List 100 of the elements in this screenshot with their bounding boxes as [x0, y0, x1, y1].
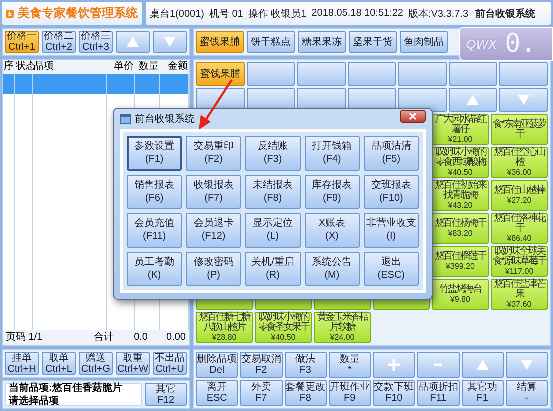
- down-button[interactable]: [506, 352, 548, 378]
- total-label: 合计: [93, 330, 114, 345]
- function-button[interactable]: 外卖 F7: [240, 380, 282, 406]
- function-button[interactable]: 开班作业 F9: [328, 380, 371, 406]
- info-text: 操作 收银员1: [248, 8, 307, 20]
- info-text: 桌台1(0001): [150, 8, 204, 20]
- arrow: [199, 79, 233, 130]
- function-button[interactable]: 其它功 F1: [462, 380, 504, 406]
- column-header: 金额: [167, 60, 189, 74]
- function-button[interactable]: 做法 F3: [284, 352, 327, 378]
- dialog-function-button[interactable]: 销售报表 (F6): [127, 174, 182, 209]
- up-triangle-icon: [466, 94, 480, 106]
- function-button[interactable]: 品项折扣 F11: [417, 380, 460, 406]
- column-header: 序: [3, 60, 15, 74]
- dialog-title: 前台收银系统: [135, 112, 196, 126]
- dialog-function-button[interactable]: 交班报表 (F10): [364, 174, 419, 209]
- dialog-function-button[interactable]: 员工考勤 (K): [127, 252, 182, 286]
- product-button[interactable]: 黄金玉米香桔片软糖 ¥24.00: [314, 312, 371, 343]
- price-button[interactable]: 价格二 Ctrl+2: [42, 31, 76, 53]
- page-up-button[interactable]: [448, 88, 498, 112]
- dialog-function-button[interactable]: 反结账 (F3): [245, 136, 301, 170]
- close-icon: [409, 113, 417, 120]
- category-tab[interactable]: 饼干糕点: [247, 31, 295, 53]
- app-title: 美食专家餐饮管理系统: [18, 5, 138, 22]
- dialog-function-button[interactable]: 参数设置 (F1): [127, 136, 182, 170]
- function-button[interactable]: 删除品项 Del: [196, 352, 238, 378]
- order-action-button[interactable]: 取单 Ctrl+L: [42, 352, 76, 375]
- down-button[interactable]: [153, 31, 187, 53]
- minus-button[interactable]: [417, 352, 460, 378]
- product-button[interactable]: 竹盐烤海台 ¥9.80: [432, 279, 489, 310]
- function-button[interactable]: 离开 ESC: [196, 380, 238, 406]
- product-button[interactable]: 悠百佳糖七糖八软山楂片 ¥28.80: [196, 312, 253, 343]
- dialog-function-button[interactable]: 关机/重启 (R): [245, 252, 301, 286]
- price-button[interactable]: 价格三 Ctrl+3: [79, 31, 113, 53]
- up-button[interactable]: [116, 31, 150, 53]
- dialog-function-button[interactable]: 收银报表 (F7): [186, 174, 242, 209]
- up-triangle-icon: [126, 36, 140, 48]
- price-button[interactable]: 价格一 Ctrl+1: [5, 31, 39, 53]
- category-tab[interactable]: 蜜饯果脯: [196, 31, 244, 53]
- product-button[interactable]: 叹奶味小梅的零食圣女果干 ¥40.50: [255, 312, 312, 343]
- status-text: 当前品项:悠百佳香菇脆片: [9, 382, 124, 394]
- order-action-button[interactable]: 赠送 Ctrl+G: [79, 352, 113, 375]
- function-button[interactable]: 结算 -: [506, 380, 548, 406]
- info-text: 版本:V3.3.7.3: [408, 8, 469, 20]
- product-button[interactable]: 食*东南亚菠萝干: [491, 114, 548, 145]
- table-row[interactable]: [3, 74, 189, 94]
- order-action-button[interactable]: 取重 Ctrl+W: [116, 352, 150, 375]
- dialog-function-button[interactable]: 库存报表 (F9): [304, 174, 360, 209]
- page-number: 页码 1/1: [6, 331, 44, 345]
- down-triangle-icon: [516, 94, 531, 106]
- total-quantity: 0.0: [133, 331, 148, 345]
- up-button[interactable]: [462, 352, 504, 378]
- dialog-function-button[interactable]: 系统公告 (M): [304, 252, 360, 286]
- product-button[interactable]: 叹奶味小梅的零食西域酸梅 ¥40.50: [432, 147, 489, 178]
- dialog-function-button[interactable]: 显示定位 (L): [245, 213, 301, 248]
- product-button[interactable]: 广大园水晶红薯仔 ¥21.00: [432, 114, 489, 145]
- other-button[interactable]: 其它 F12: [145, 383, 187, 406]
- dialog-function-button[interactable]: 品项沽清 (F5): [364, 136, 419, 170]
- info-text: 前台收银系统: [476, 8, 536, 20]
- dialog-function-button[interactable]: 退出 (ESC): [364, 252, 419, 286]
- column-header: 单价: [113, 60, 135, 74]
- dialog-function-button[interactable]: X账表 (X): [304, 213, 360, 248]
- plus-button[interactable]: [373, 352, 416, 378]
- product-button[interactable]: 悠百佳空心山楂 ¥36.00: [491, 147, 548, 178]
- product-button[interactable]: 悠百佳杨梅干 ¥83.20: [432, 213, 489, 244]
- info-text: 机号 01: [209, 8, 244, 20]
- total-amount: 0.00: [166, 331, 186, 345]
- up-triangle-icon: [476, 359, 490, 371]
- order-action-button[interactable]: 不出品 Ctrl+U: [153, 352, 187, 375]
- function-button[interactable]: 数量 *: [328, 352, 371, 378]
- dialog-function-button[interactable]: 交易重印 (F2): [186, 136, 242, 170]
- order-action-button[interactable]: 挂单 Ctrl+H: [5, 352, 39, 375]
- product-button[interactable]: 悠百佳盐津芒果 ¥37.60: [491, 279, 548, 310]
- dialog-function-button[interactable]: 会员充值 (F11): [127, 213, 182, 248]
- close-button[interactable]: [400, 110, 426, 123]
- dialog-function-button[interactable]: 非营业收支 (I): [364, 213, 419, 248]
- function-button[interactable]: 交易取消 F2: [240, 352, 282, 378]
- display-logo: QWX: [466, 36, 498, 52]
- dialog-function-button[interactable]: 修改密码 (P): [186, 252, 242, 286]
- product-button[interactable]: 叹奶味全球美食*原味草莓干 ¥117.00: [491, 246, 548, 277]
- down-triangle-icon: [520, 359, 534, 371]
- window-icon: [120, 114, 131, 124]
- dialog-function-button[interactable]: 未结报表 (F8): [245, 174, 301, 209]
- product-button[interactable]: 悠百佳山楂棒 ¥27.20: [491, 180, 548, 211]
- display-value: 0.: [505, 29, 536, 59]
- category-tab[interactable]: 鱼肉制品: [400, 31, 448, 53]
- product-button[interactable]: 悠百佳初始来找青脆梅 ¥43.20: [432, 180, 489, 211]
- status-text: 请选择品项: [9, 394, 60, 408]
- function-button[interactable]: 交款下班 F10: [373, 380, 416, 406]
- column-header: 数量: [138, 60, 160, 74]
- function-button[interactable]: 套餐更改 F8: [284, 380, 327, 406]
- product-button[interactable]: 悠百佳洛神花干 ¥86.40: [491, 213, 548, 244]
- category-tab[interactable]: 坚果干货: [349, 31, 397, 53]
- dialog-function-button[interactable]: 会员退卡 (F12): [186, 213, 242, 248]
- dialog-function-button[interactable]: 打开钱箱 (F4): [304, 136, 360, 170]
- category-tab[interactable]: 糖果果冻: [298, 31, 346, 53]
- page-down-button[interactable]: [499, 88, 548, 112]
- category-shortcut-button[interactable]: 蜜饯果脯: [196, 62, 245, 86]
- product-button[interactable]: 悠百佳榴莲干 ¥399.20: [432, 246, 489, 277]
- column-header: 品项: [34, 61, 55, 74]
